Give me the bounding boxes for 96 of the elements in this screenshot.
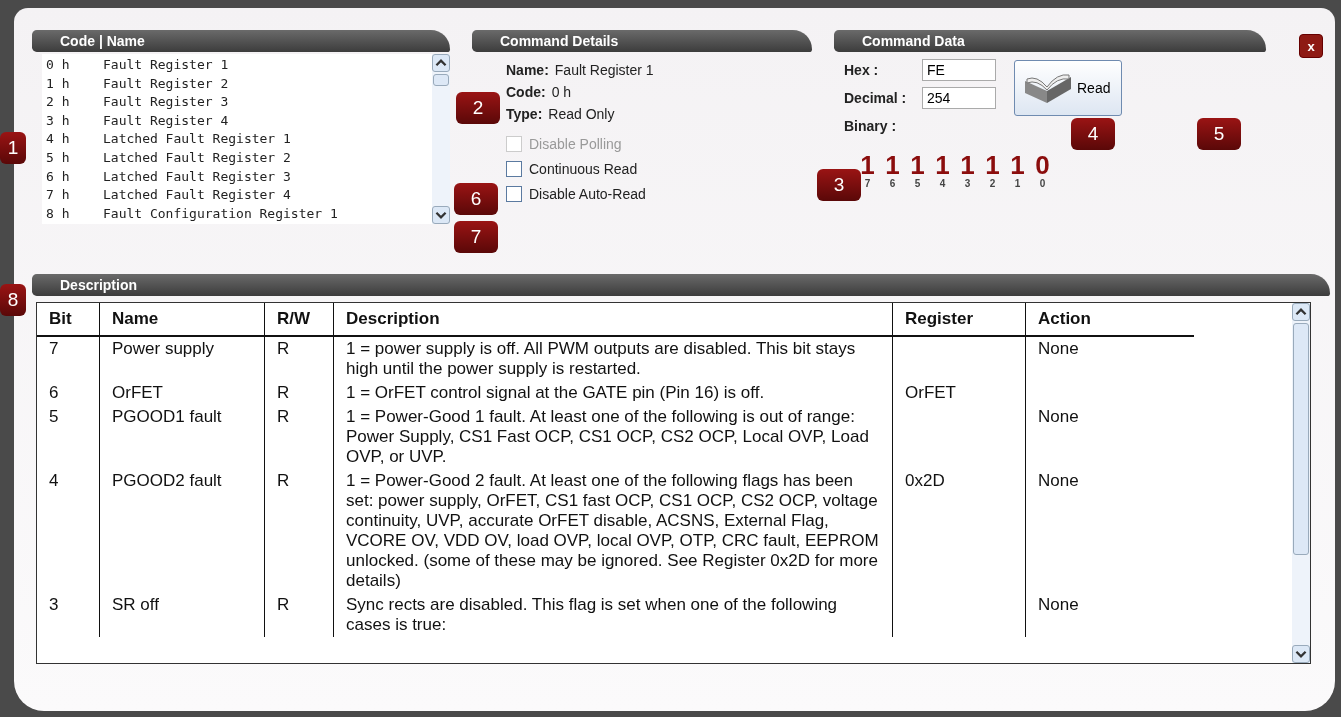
scroll-up-icon[interactable] bbox=[432, 54, 450, 72]
read-button[interactable]: Read bbox=[1014, 60, 1122, 116]
column-header: Name bbox=[99, 303, 265, 336]
hex-field[interactable]: FE bbox=[922, 59, 996, 81]
column-header: Register bbox=[892, 303, 1026, 336]
section-header: Description bbox=[32, 274, 1330, 296]
table-cell: 6 bbox=[49, 383, 59, 402]
table-cell: 1 = OrFET control signal at the GATE pin (Pin 16) is off. bbox=[346, 383, 765, 402]
section-header: Code | Name bbox=[32, 30, 450, 52]
callout-badge: 7 bbox=[454, 221, 498, 253]
scrollbar-thumb[interactable] bbox=[433, 74, 449, 86]
field-label: Hex : bbox=[844, 62, 880, 78]
scrollbar[interactable] bbox=[432, 54, 450, 224]
scrollbar-thumb[interactable] bbox=[1293, 323, 1309, 556]
table-cell: OrFET bbox=[905, 383, 956, 402]
book-icon bbox=[1023, 71, 1073, 105]
field-label: Name: bbox=[506, 62, 549, 78]
checkbox-label: Disable Polling bbox=[529, 136, 622, 152]
table-cell: None bbox=[1038, 339, 1079, 358]
section-header: Command Data bbox=[834, 30, 1266, 52]
bit-value: 1 bbox=[985, 152, 1000, 178]
checkbox[interactable] bbox=[506, 161, 522, 177]
field-value: Read Only bbox=[548, 106, 615, 122]
register-list-item[interactable]: 1 h Fault Register 2 bbox=[46, 74, 432, 94]
checkbox-label: Disable Auto-Read bbox=[529, 186, 646, 202]
register-list-item[interactable]: 0 h Fault Register 1 bbox=[46, 56, 432, 75]
table-cell: R bbox=[277, 595, 290, 614]
table-cell: R bbox=[277, 339, 290, 358]
table-cell: SR off bbox=[112, 595, 159, 614]
table-cell: Sync rects are disabled. This flag is set when one of the following cases is true: bbox=[346, 595, 838, 634]
column-header: Action bbox=[1025, 303, 1194, 336]
register-list-item[interactable]: 6 h Latched Fault Register 3 bbox=[46, 167, 432, 187]
callout-badge: 4 bbox=[1071, 118, 1115, 150]
table-cell: None bbox=[1038, 407, 1079, 426]
table-cell: 5 bbox=[49, 407, 59, 426]
table-cell: None bbox=[1038, 595, 1079, 614]
bit-value: 1 bbox=[860, 152, 875, 178]
decimal-field[interactable]: 254 bbox=[922, 87, 996, 109]
callout-badge: 3 bbox=[817, 169, 861, 201]
table-cell: R bbox=[277, 471, 290, 490]
table-cell: PGOOD1 fault bbox=[112, 407, 222, 426]
field-label: Code: bbox=[506, 84, 546, 100]
column-header: Bit bbox=[37, 303, 100, 336]
callout-badge: 8 bbox=[0, 284, 26, 316]
bit-index: 7 bbox=[864, 178, 871, 189]
column-header: R/W bbox=[264, 303, 334, 336]
bit-value: 1 bbox=[910, 152, 925, 178]
register-list-item[interactable]: 4 h Latched Fault Register 1 bbox=[46, 130, 432, 149]
callout-badge: 6 bbox=[454, 183, 498, 215]
section-header: Command Details bbox=[472, 30, 812, 52]
register-list-item[interactable]: 8 h Fault Configuration Register 1 bbox=[46, 204, 432, 224]
table-cell: 0x2D bbox=[905, 471, 945, 490]
table-cell: 1 = power supply is off. All PWM outputs are disabled. This bit stays high until the power supply is restarted. bbox=[346, 339, 856, 378]
bit-value: 1 bbox=[1010, 152, 1025, 178]
callout-badge: 2 bbox=[456, 92, 500, 124]
table-cell: 7 bbox=[49, 339, 59, 358]
register-list-item[interactable]: 5 h Latched Fault Register 2 bbox=[46, 148, 432, 168]
bit-index: 0 bbox=[1039, 178, 1046, 189]
bit-value: 1 bbox=[935, 152, 950, 178]
table-cell: R bbox=[277, 383, 290, 402]
register-list-item[interactable]: 7 h Latched Fault Register 4 bbox=[46, 186, 432, 205]
table-cell: 1 = Power-Good 1 fault. At least one of the following is out of range: Power Supply, CS1 Fast OCP, CS1 OCP, CS2 OCP, Local OVP, Load OVP, or UVP. bbox=[346, 407, 869, 466]
bit-index: 1 bbox=[1014, 178, 1021, 189]
scroll-down-icon[interactable] bbox=[432, 206, 450, 224]
bit-index: 5 bbox=[914, 178, 921, 189]
field-label: Binary : bbox=[844, 118, 898, 134]
register-list-item[interactable]: 2 h Fault Register 3 bbox=[46, 93, 432, 112]
table-cell: None bbox=[1038, 471, 1079, 490]
bit-index: 6 bbox=[889, 178, 896, 189]
bit-value: 1 bbox=[885, 152, 900, 178]
table-cell: Power supply bbox=[112, 339, 215, 358]
scroll-down-icon[interactable] bbox=[1292, 645, 1310, 663]
bit-index: 3 bbox=[964, 178, 971, 189]
table-cell: 1 = Power-Good 2 fault. At least one of the following flags has been set: power supply, OrFET, CS1 fast OCP, CS1 OCP, CS2 OCP, voltage continuity, UVP, accurate OrFET disable, ACSNS, External Flag, VCORE OV, VDD OV, load OVP, local OVP, OTP, CRC fault, EEPROM unlocked. (some of these may be ignored. See Register 0x2D for more details) bbox=[346, 471, 879, 590]
field-value: 0 h bbox=[551, 84, 572, 100]
table-cell: R bbox=[277, 407, 290, 426]
bit-index: 4 bbox=[939, 178, 946, 189]
checkbox[interactable] bbox=[506, 186, 522, 202]
checkbox-label: Continuous Read bbox=[529, 161, 638, 177]
table-cell: OrFET bbox=[112, 383, 163, 402]
field-label: Decimal : bbox=[844, 90, 908, 106]
close-button[interactable]: x bbox=[1299, 34, 1323, 58]
table-cell: 4 bbox=[49, 471, 59, 490]
scrollbar[interactable] bbox=[1292, 303, 1310, 663]
scroll-up-icon[interactable] bbox=[1292, 303, 1310, 321]
bit-value: 1 bbox=[960, 152, 975, 178]
register-list-item[interactable]: 3 h Fault Register 4 bbox=[46, 111, 432, 131]
bit-value: 0 bbox=[1035, 152, 1050, 178]
field-value: Fault Register 1 bbox=[554, 62, 654, 78]
bit-index: 2 bbox=[989, 178, 996, 189]
callout-badge: 1 bbox=[0, 132, 26, 164]
column-header: Description bbox=[333, 303, 893, 336]
table-cell: 3 bbox=[49, 595, 59, 614]
table-cell: PGOOD2 fault bbox=[112, 471, 222, 490]
callout-badge: 5 bbox=[1197, 118, 1241, 150]
field-label: Type: bbox=[506, 106, 543, 122]
